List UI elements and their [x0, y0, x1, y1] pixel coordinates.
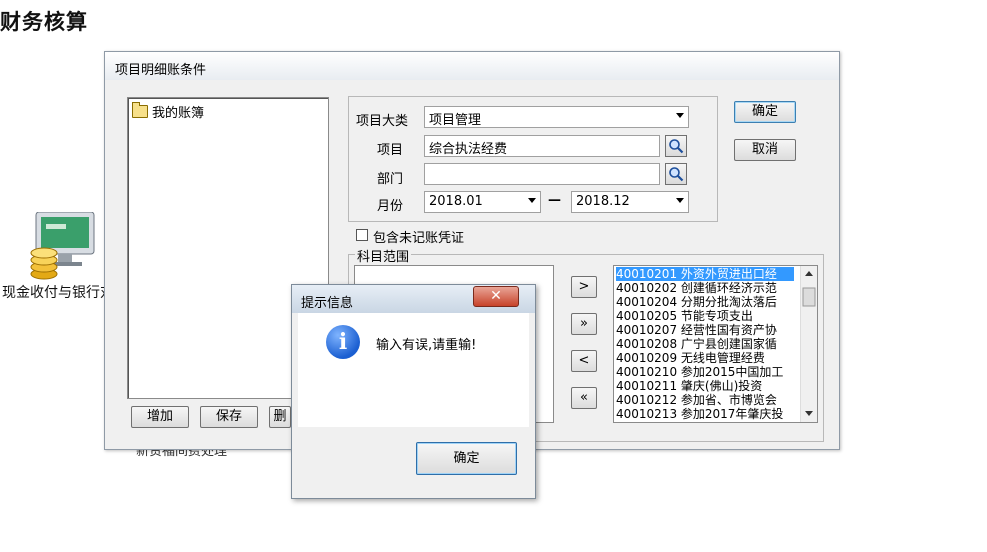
move-left-button[interactable]: <	[571, 350, 597, 372]
vertical-scrollbar[interactable]	[800, 266, 817, 422]
dept-input[interactable]	[424, 163, 660, 185]
delete-button[interactable]: 删	[269, 406, 291, 428]
list-item[interactable]: 40010205 节能专项支出	[616, 309, 794, 323]
list-item[interactable]: 40010213 参加2017年肇庆投	[616, 407, 794, 421]
list-item[interactable]: 40010210 参加2015中国加工	[616, 365, 794, 379]
folder-icon	[132, 102, 148, 118]
save-button[interactable]: 保存	[200, 406, 258, 428]
close-button[interactable]: ✕	[473, 286, 519, 307]
cash-bank-reconcile-icon[interactable]	[30, 211, 100, 282]
message-text: 输入有误,请重输!	[376, 338, 477, 353]
subject-range-legend: 科目范围	[355, 246, 412, 265]
dialog-title: 项目明细账条件	[115, 63, 207, 78]
chevron-down-icon	[528, 198, 536, 203]
scrollbar-graphic	[802, 271, 816, 416]
tree-item-my-ledgers[interactable]: 我的账簿	[132, 102, 204, 121]
list-item[interactable]: 40010209 无线电管理经费	[616, 351, 794, 365]
chevron-down-icon	[676, 113, 684, 118]
condition-panel: 项目大类 项目管理 项目 综合执法经费 部门 月份 2018.01 — 2018…	[348, 96, 718, 222]
dialog-titlebar[interactable]	[105, 52, 839, 80]
message-box: 提示信息 ✕ i 输入有误,请重输! 确定	[291, 284, 536, 499]
month-to-value: 2018.12	[576, 194, 630, 209]
list-item[interactable]: 40010208 广宁县创建国家循	[616, 337, 794, 351]
month-from-value: 2018.01	[429, 194, 483, 209]
available-subjects-list[interactable]: 40010201 外资外贸进出口经 40010202 创建循环经济示范 4001…	[613, 265, 818, 423]
message-title: 提示信息	[301, 296, 354, 311]
cancel-button[interactable]: 取消	[734, 139, 796, 161]
category-select[interactable]: 项目管理	[424, 106, 689, 128]
category-value: 项目管理	[429, 113, 482, 128]
dept-search-button[interactable]	[665, 163, 687, 185]
tree-item-label: 我的账簿	[152, 106, 205, 121]
include-unposted-checkbox[interactable]	[356, 229, 368, 241]
add-button[interactable]: 增加	[131, 406, 189, 428]
list-item[interactable]: 40010211 肇庆(佛山)投资	[616, 379, 794, 393]
item-search-button[interactable]	[665, 135, 687, 157]
category-label: 项目大类	[356, 114, 409, 129]
item-label: 项目	[377, 143, 404, 158]
dept-label: 部门	[377, 172, 404, 187]
move-right-button[interactable]: >	[571, 276, 597, 298]
include-unposted-label: 包含未记账凭证	[373, 231, 465, 246]
move-all-right-button[interactable]: »	[571, 313, 597, 335]
chevron-down-icon	[676, 198, 684, 203]
close-icon: ✕	[490, 288, 502, 304]
list-item[interactable]: 40010207 经营性国有资产协	[616, 323, 794, 337]
page-title: 财务核算	[0, 10, 88, 34]
message-ok-button[interactable]: 确定	[416, 442, 517, 475]
move-all-left-button[interactable]: «	[571, 387, 597, 409]
month-from-select[interactable]: 2018.01	[424, 191, 541, 213]
search-icon	[669, 139, 684, 154]
list-item[interactable]: 40010212 参加省、市博览会	[616, 393, 794, 407]
info-icon: i	[326, 325, 360, 359]
list-item[interactable]: 40010204 分期分批淘汰落后	[616, 295, 794, 309]
month-label: 月份	[377, 199, 404, 214]
ok-button[interactable]: 确定	[734, 101, 796, 123]
search-icon	[669, 167, 684, 182]
month-to-select[interactable]: 2018.12	[571, 191, 689, 213]
list-item[interactable]: 40010202 创建循环经济示范	[616, 281, 794, 295]
month-range-dash: —	[548, 193, 561, 208]
list-item[interactable]: 40010201 外资外贸进出口经	[616, 267, 794, 281]
item-input[interactable]: 综合执法经费	[424, 135, 660, 157]
